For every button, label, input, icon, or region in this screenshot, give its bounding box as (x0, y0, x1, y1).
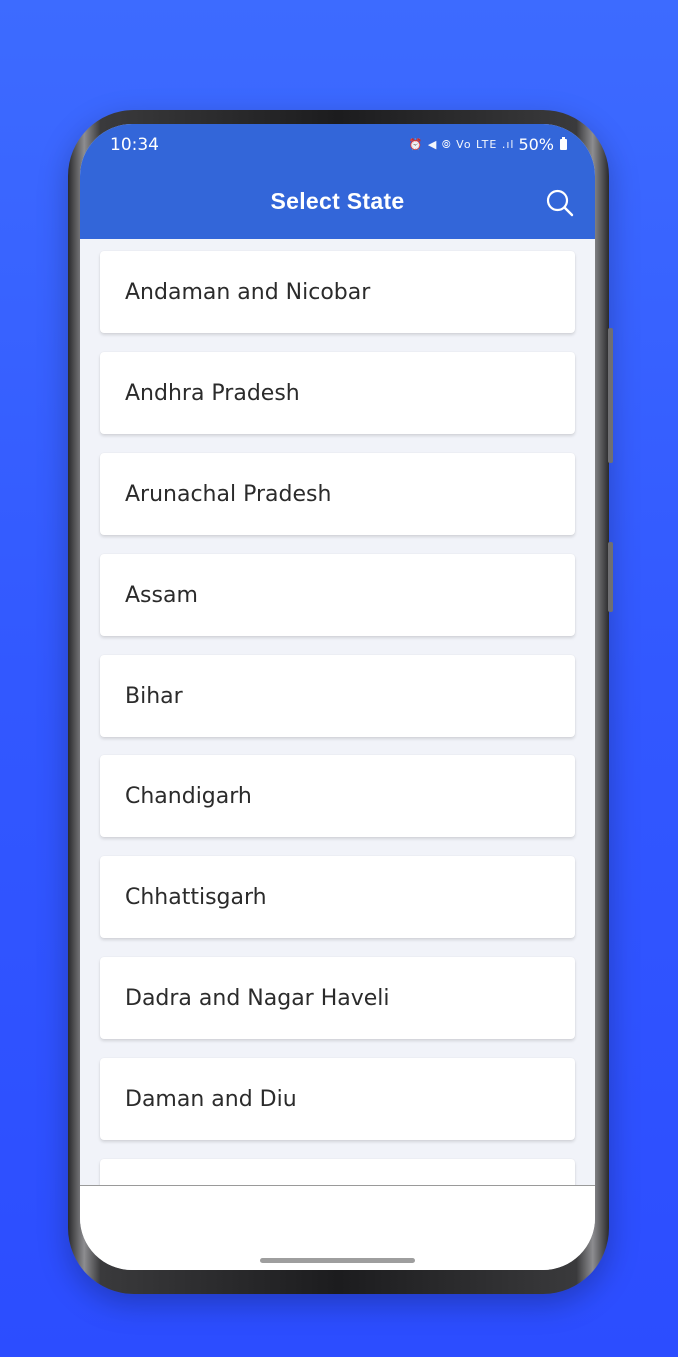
state-label: Chandigarh (125, 783, 252, 809)
state-label: Arunachal Pradesh (125, 481, 332, 507)
phone-frame: 10:34 ⏰ ◀ ⦾ Vo LTE .ıl 50% Select State … (68, 110, 613, 1294)
state-label: Chhattisgarh (125, 884, 267, 910)
state-item[interactable]: Dadra and Nagar Haveli (100, 957, 575, 1039)
state-item[interactable]: Andhra Pradesh (100, 352, 575, 434)
state-label: Andaman and Nicobar (125, 279, 371, 305)
state-label: Assam (125, 582, 198, 608)
state-item[interactable]: Chandigarh (100, 755, 575, 837)
status-time: 10:34 (110, 135, 159, 155)
state-label: Daman and Diu (125, 1086, 297, 1112)
state-item[interactable] (100, 1159, 575, 1185)
state-label: Andhra Pradesh (125, 380, 300, 406)
page-title: Select State (270, 188, 405, 214)
state-item[interactable]: Bihar (100, 655, 575, 737)
battery-icon (560, 137, 567, 150)
navigation-bar (80, 1185, 595, 1270)
state-item[interactable]: Daman and Diu (100, 1058, 575, 1140)
state-label: Dadra and Nagar Haveli (125, 985, 390, 1011)
home-indicator[interactable] (260, 1258, 415, 1263)
state-item[interactable]: Assam (100, 554, 575, 636)
state-list[interactable]: Andaman and Nicobar Andhra Pradesh Aruna… (80, 239, 595, 1185)
volume-button (608, 328, 613, 463)
power-button (608, 542, 613, 612)
app-bar: 10:34 ⏰ ◀ ⦾ Vo LTE .ıl 50% Select State (80, 124, 595, 239)
state-item[interactable]: Chhattisgarh (100, 856, 575, 938)
state-item[interactable]: Arunachal Pradesh (100, 453, 575, 535)
status-icons: ⏰ ◀ ⦾ Vo LTE .ıl 50% (409, 135, 567, 154)
status-indicators: ⏰ ◀ ⦾ Vo LTE .ıl (408, 137, 515, 151)
screen: 10:34 ⏰ ◀ ⦾ Vo LTE .ıl 50% Select State … (80, 124, 595, 1270)
battery-level: 50% (518, 135, 554, 154)
search-icon[interactable] (545, 188, 575, 218)
state-label: Bihar (125, 683, 183, 709)
state-item[interactable]: Andaman and Nicobar (100, 251, 575, 333)
